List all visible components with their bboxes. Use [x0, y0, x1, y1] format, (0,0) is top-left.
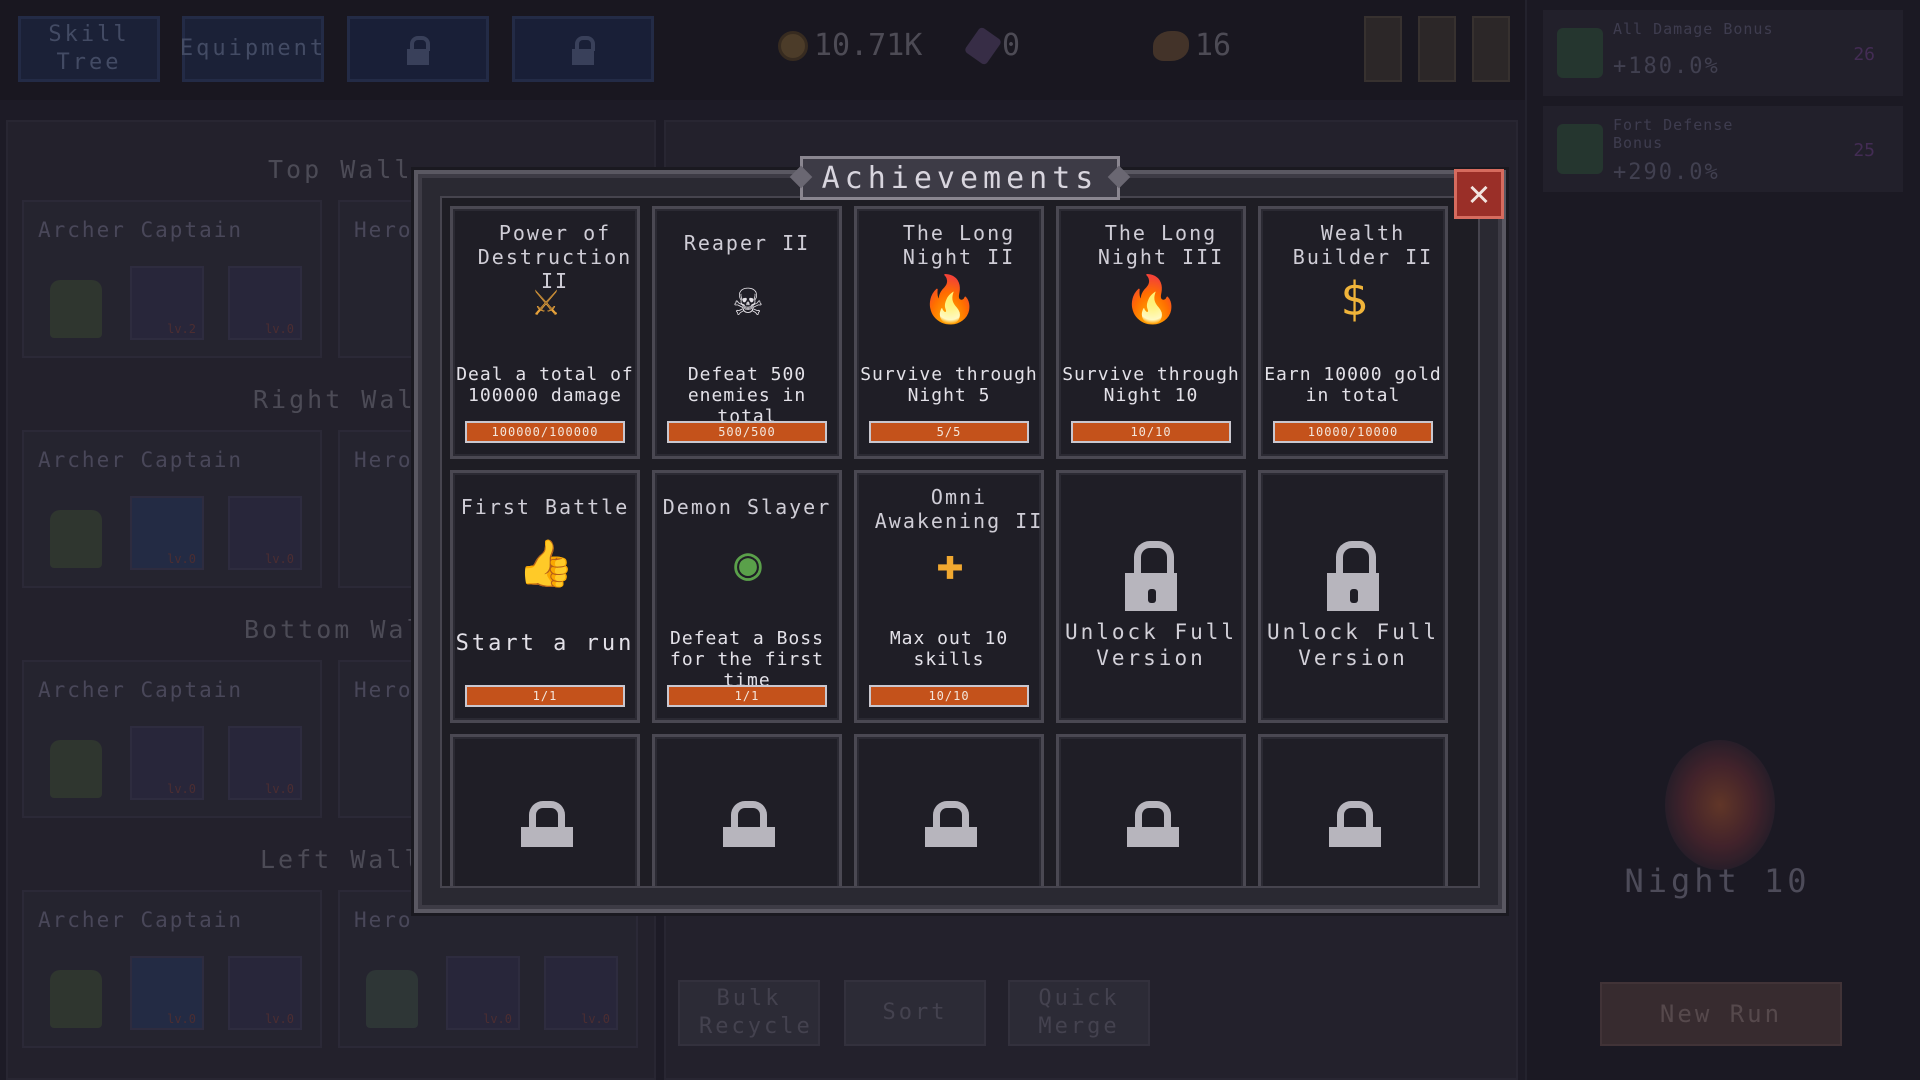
campfire-icon: 🔥 — [1123, 272, 1181, 326]
progress-bar: 500/500 — [667, 421, 827, 443]
progress-text: 10000/10000 — [1307, 425, 1399, 439]
progress-bar: 10/10 — [1071, 421, 1231, 443]
achievements-modal: Power of Destruction II ⚔ Deal a total of … — [414, 170, 1506, 913]
progress-text: 1/1 — [734, 689, 760, 703]
achievement-name: Demon Slayer — [662, 495, 832, 519]
achievements-grid: Power of Destruction II ⚔ Deal a total of … — [440, 196, 1480, 888]
achievement-tile[interactable]: Wealth Builder II $ Earn 10000 gold in tot… — [1258, 206, 1448, 459]
locked-label: Unlock Full Version — [1266, 620, 1440, 670]
achievement-description: Defeat a Boss for the first time — [670, 628, 824, 691]
locked-achievement-tile[interactable] — [854, 734, 1044, 886]
thumbs-up-icon: 👍 — [517, 536, 575, 590]
progress-text: 5/5 — [936, 425, 962, 439]
crossed-swords-icon: ⚔ — [532, 272, 560, 326]
achievement-description: Max out 10 skills — [889, 628, 1009, 670]
achievement-description: Deal a total of 100000 damage — [456, 364, 634, 406]
dollar-icon: $ — [1340, 272, 1368, 326]
progress-bar: 10/10 — [869, 685, 1029, 707]
achievement-tile[interactable]: Demon Slayer ◉ Defeat a Boss for the first… — [652, 470, 842, 723]
locked-label: Unlock Full Version — [1064, 620, 1238, 670]
achievement-description: Survive through Night 5 — [860, 364, 1038, 406]
locked-achievement-tile[interactable] — [652, 734, 842, 886]
close-button[interactable]: ✕ — [1454, 169, 1504, 219]
progress-text: 10/10 — [928, 689, 970, 703]
achievement-tile[interactable]: Power of Destruction II ⚔ Deal a total of … — [450, 206, 640, 459]
lock-icon — [521, 801, 573, 847]
achievement-tile[interactable]: First Battle 👍 Start a run 1/1 — [450, 470, 640, 723]
achievement-tile[interactable]: Reaper II ☠ Defeat 500 enemies in total 500… — [652, 206, 842, 459]
campfire-icon: 🔥 — [921, 272, 979, 326]
locked-achievement-tile[interactable] — [1056, 734, 1246, 886]
locked-achievement-tile[interactable]: Unlock Full Version — [1258, 470, 1448, 723]
modal-title: Achievements — [800, 156, 1120, 200]
achievement-name: The Long Night II — [902, 221, 1016, 269]
progress-text: 10/10 — [1130, 425, 1172, 439]
skull-icon: ☠ — [734, 272, 762, 326]
golden-cross-icon: ✚ — [936, 536, 964, 590]
achievement-name: The Long Night III — [1097, 221, 1225, 269]
close-icon: ✕ — [1468, 173, 1490, 214]
locked-achievement-tile[interactable]: Unlock Full Version — [1056, 470, 1246, 723]
lock-icon — [1127, 801, 1179, 847]
lock-icon — [723, 801, 775, 847]
locked-achievement-tile[interactable] — [450, 734, 640, 886]
achievement-name: Omni Awakening II — [874, 485, 1044, 533]
lock-icon — [1123, 541, 1179, 615]
achievement-tile[interactable]: Omni Awakening II ✚ Max out 10 skills 10/10 — [854, 470, 1044, 723]
keyhole — [1148, 589, 1156, 603]
progress-bar: 5/5 — [869, 421, 1029, 443]
progress-bar: 100000/100000 — [465, 421, 625, 443]
lock-icon — [925, 801, 977, 847]
lock-icon — [1325, 541, 1381, 615]
achievement-name: Wealth Builder II — [1292, 221, 1434, 269]
achievement-tile[interactable]: The Long Night II 🔥 Survive through Night … — [854, 206, 1044, 459]
achievement-description: Start a run — [455, 631, 635, 656]
modal-title-text: Achievements — [821, 160, 1099, 196]
achievement-description: Earn 10000 gold in total — [1264, 364, 1442, 406]
lock-icon — [1329, 801, 1381, 847]
achievement-description: Defeat 500 enemies in total — [687, 364, 807, 427]
progress-bar: 1/1 — [667, 685, 827, 707]
progress-text: 500/500 — [718, 425, 776, 439]
progress-bar: 1/1 — [465, 685, 625, 707]
achievement-tile[interactable]: The Long Night III 🔥 Survive through Night… — [1056, 206, 1246, 459]
progress-text: 1/1 — [532, 689, 558, 703]
demon-eye-icon: ◉ — [734, 536, 762, 590]
progress-bar: 10000/10000 — [1273, 421, 1433, 443]
progress-text: 100000/100000 — [491, 425, 599, 439]
achievement-name: First Battle — [460, 495, 630, 519]
achievement-description: Survive through Night 10 — [1062, 364, 1240, 406]
keyhole — [1350, 589, 1358, 603]
achievement-name: Reaper II — [683, 231, 811, 255]
locked-achievement-tile[interactable] — [1258, 734, 1448, 886]
